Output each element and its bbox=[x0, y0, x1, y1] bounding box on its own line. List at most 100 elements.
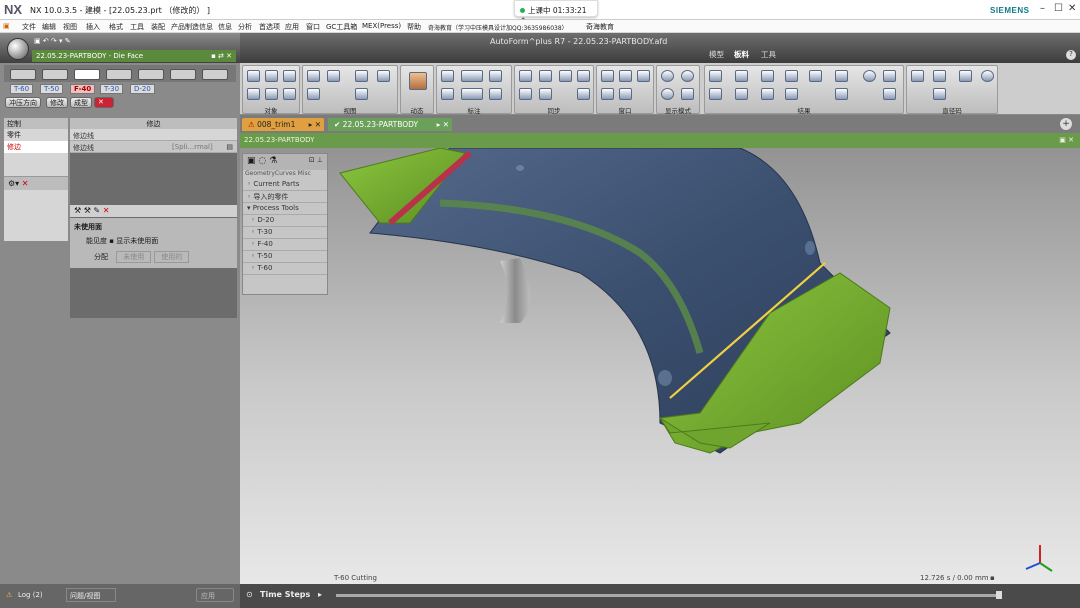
view-camera-icon[interactable] bbox=[377, 70, 390, 82]
shaded-icon[interactable] bbox=[661, 70, 674, 82]
window-tile-icon[interactable] bbox=[619, 88, 632, 100]
quick-access-icons[interactable]: ▣ ↶ ↷ ▾ ✎ bbox=[34, 37, 71, 45]
result-vector-icon[interactable] bbox=[835, 70, 848, 82]
tab-misc-label[interactable]: Misc bbox=[298, 170, 311, 177]
measure-icon[interactable] bbox=[461, 70, 483, 82]
add-tab-icon[interactable]: + bbox=[1060, 118, 1072, 130]
trim-line-2[interactable]: 修边线 [Spli...rmal] ▤ bbox=[70, 141, 237, 153]
tree-t50[interactable]: ◦ T-50 bbox=[243, 251, 327, 263]
tab-trim1[interactable]: ⚠ 008_trim1 ▸ ✕ bbox=[242, 118, 324, 131]
curves-tab-icon[interactable]: ◌ bbox=[258, 156, 266, 166]
geometry-tab-icon[interactable]: ▣ bbox=[247, 156, 256, 166]
control-item-trim[interactable]: 修边 bbox=[4, 141, 68, 153]
tab-partbody-close-icon[interactable]: ▸ ✕ bbox=[437, 120, 449, 129]
layer-icon[interactable] bbox=[265, 88, 278, 100]
result-layers-icon[interactable] bbox=[883, 88, 896, 100]
mesh-icon[interactable] bbox=[681, 88, 694, 100]
sphere-icon[interactable] bbox=[661, 88, 674, 100]
window-multi-icon[interactable] bbox=[637, 70, 650, 82]
mode-trim-icon[interactable] bbox=[74, 69, 100, 80]
menu-application[interactable]: 应用 bbox=[285, 22, 299, 32]
result-a-icon[interactable] bbox=[863, 70, 876, 82]
tree-t30[interactable]: ◦ T-30 bbox=[243, 227, 327, 239]
pane-controls-icon[interactable]: ▪ ⇄ ✕ bbox=[211, 52, 232, 60]
window-single-icon[interactable] bbox=[601, 70, 614, 82]
tab-geometry-label[interactable]: Geometry bbox=[245, 170, 275, 177]
sync-c-icon[interactable] bbox=[559, 70, 572, 82]
help-icon[interactable]: ? bbox=[1066, 50, 1076, 60]
apply-button[interactable]: 应用 bbox=[196, 588, 234, 602]
timeline-handle[interactable] bbox=[996, 591, 1002, 599]
view-fit-icon[interactable] bbox=[327, 70, 340, 82]
trim-line-1[interactable]: 修边线 bbox=[70, 129, 237, 141]
viewport-controls-icon[interactable]: ▣ ✕ bbox=[1059, 136, 1074, 144]
menu-pmi[interactable]: 产品制造信息 bbox=[171, 22, 213, 32]
tab-partbody[interactable]: ✔ 22.05.23-PARTBODY ▸ ✕ bbox=[328, 118, 452, 131]
menu-insert[interactable]: 插入 bbox=[86, 22, 100, 32]
ribbon-tab-blank[interactable]: 板料 bbox=[734, 49, 749, 60]
sync-a-icon[interactable] bbox=[519, 70, 532, 82]
menu-mex-press[interactable]: MEX(Press) bbox=[362, 22, 401, 30]
menu-gc-toolkit[interactable]: GC工具箱 bbox=[326, 22, 357, 32]
menu-help[interactable]: 帮助 bbox=[407, 22, 421, 32]
ribbon-tab-tool[interactable]: 工具 bbox=[761, 49, 776, 60]
part-icon[interactable] bbox=[283, 70, 296, 82]
dia-axis-icon[interactable] bbox=[933, 88, 946, 100]
dia-text-icon[interactable] bbox=[933, 70, 946, 82]
result-stack-icon[interactable] bbox=[809, 70, 822, 82]
probe-icon[interactable] bbox=[489, 70, 502, 82]
result-view-icon[interactable] bbox=[883, 70, 896, 82]
ribbon-tab-model[interactable]: 模型 bbox=[709, 49, 724, 60]
menu-icon[interactable]: ▣ bbox=[3, 22, 10, 30]
menu-preferences[interactable]: 首选项 bbox=[259, 22, 280, 32]
tree-process-tools[interactable]: ▾ Process Tools bbox=[243, 203, 327, 215]
modify-button[interactable]: 修改 bbox=[46, 97, 68, 108]
window-split-icon[interactable] bbox=[619, 70, 632, 82]
mode-press-icon[interactable] bbox=[138, 69, 164, 80]
result-drop-icon[interactable] bbox=[735, 88, 748, 100]
note-icon[interactable] bbox=[441, 88, 454, 100]
issue-view-button[interactable]: 问题/视图 bbox=[66, 588, 116, 602]
section-icon[interactable] bbox=[461, 88, 483, 100]
menu-tools[interactable]: 工具 bbox=[130, 22, 144, 32]
live-status-badge[interactable]: 上课中 01:33:21 ⌃ bbox=[514, 0, 598, 25]
menu-analysis[interactable]: 分析 bbox=[238, 22, 252, 32]
tab-curves-label[interactable]: Curves bbox=[275, 170, 296, 177]
tree-f40[interactable]: ◦ F-40 bbox=[243, 239, 327, 251]
menu-window[interactable]: 窗口 bbox=[306, 22, 320, 32]
op-button-f40[interactable]: F-40 bbox=[70, 84, 96, 94]
play-icon[interactable] bbox=[959, 70, 972, 82]
menu-file[interactable]: 文件 bbox=[22, 22, 36, 32]
menu-view[interactable]: 视图 bbox=[63, 22, 77, 32]
show-unused-checkbox[interactable]: ▪ bbox=[109, 237, 114, 245]
autoform-sphere-icon[interactable] bbox=[7, 38, 29, 60]
save-icon[interactable] bbox=[265, 70, 278, 82]
chart-icon[interactable] bbox=[539, 88, 552, 100]
dia-grid-icon[interactable] bbox=[911, 70, 924, 82]
result-map-icon[interactable] bbox=[835, 88, 848, 100]
clock-icon[interactable] bbox=[519, 88, 532, 100]
wire-icon[interactable] bbox=[681, 70, 694, 82]
menu-edit[interactable]: 编辑 bbox=[42, 22, 56, 32]
result-blank-icon[interactable] bbox=[709, 70, 722, 82]
open-icon[interactable] bbox=[247, 70, 260, 82]
result-split-icon[interactable] bbox=[761, 88, 774, 100]
chain-icon[interactable] bbox=[577, 88, 590, 100]
time-steps-play-icon[interactable]: ▸ bbox=[318, 590, 322, 599]
trim-tools-icon[interactable]: ⚒ ⚒ ✎ ✕ bbox=[70, 205, 237, 216]
pointer-icon[interactable] bbox=[441, 70, 454, 82]
mode-blank-icon[interactable] bbox=[10, 69, 36, 80]
delete-op-icon[interactable]: ✕ bbox=[94, 97, 114, 108]
menu-qihai[interactable]: 奇海教育 bbox=[586, 22, 614, 32]
window-quad-icon[interactable] bbox=[601, 88, 614, 100]
menu-format[interactable]: 格式 bbox=[109, 22, 123, 32]
result-thermo-icon[interactable] bbox=[761, 70, 774, 82]
link-icon[interactable] bbox=[577, 70, 590, 82]
menu-assembly[interactable]: 装配 bbox=[151, 22, 165, 32]
view-iso-icon[interactable] bbox=[307, 88, 320, 100]
mode-binder-icon[interactable] bbox=[42, 69, 68, 80]
3d-viewport[interactable]: 22.05.23-PARTBODY ▣ ✕ ▣ ◌ ⚗ ⊡ ⊥ GeometryCu… bbox=[240, 133, 1080, 584]
view-zoom-icon[interactable] bbox=[355, 70, 368, 82]
tree-d20[interactable]: ◦ D-20 bbox=[243, 215, 327, 227]
close-icon[interactable]: ✕ bbox=[1068, 3, 1076, 14]
